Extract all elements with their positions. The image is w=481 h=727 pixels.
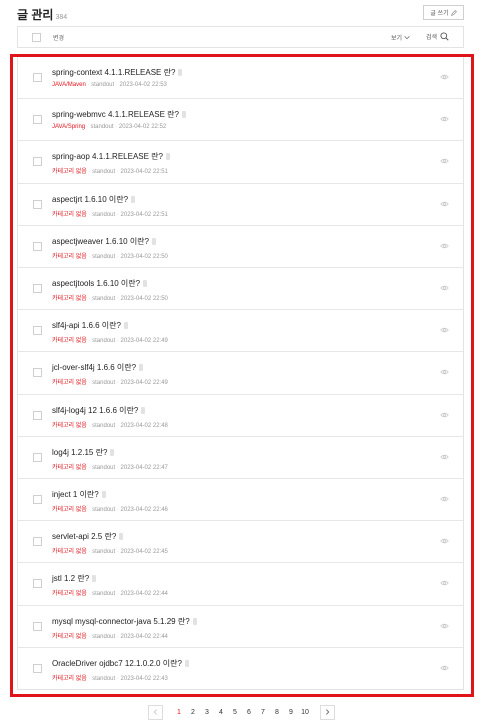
change-action-label[interactable]: 변경 — [53, 33, 64, 42]
page-number[interactable]: 6 — [242, 709, 256, 716]
prev-page-button[interactable] — [148, 704, 163, 720]
search-icon — [440, 32, 449, 41]
page-number[interactable]: 4 — [214, 709, 228, 716]
page-number[interactable]: 2 — [186, 709, 200, 716]
page-numbers: 1 2 3 4 5 6 7 8 9 10 — [172, 709, 312, 716]
page-number[interactable]: 10 — [298, 709, 312, 716]
view-label: 보기 — [391, 36, 403, 42]
chevron-left-icon — [153, 709, 157, 715]
search-button[interactable]: 검색 — [426, 32, 449, 41]
post-count: 384 — [55, 14, 68, 21]
page-number[interactable]: 5 — [228, 709, 242, 716]
pencil-icon — [450, 9, 457, 16]
page-number[interactable]: 8 — [270, 709, 284, 716]
write-post-label: 글 쓰기 — [430, 11, 449, 17]
pagination: 1 2 3 4 5 6 7 8 9 10 — [148, 704, 335, 720]
page-title: 글 관리 — [17, 8, 54, 22]
select-all-checkbox[interactable] — [32, 33, 41, 42]
page-number[interactable]: 1 — [172, 709, 186, 716]
highlight-frame — [10, 54, 474, 697]
list-toolbar: 변경 보기 검색 — [17, 26, 464, 48]
page-number[interactable]: 3 — [200, 709, 214, 716]
view-dropdown[interactable]: 보기 — [391, 33, 410, 42]
chevron-right-icon — [326, 709, 330, 715]
page-number[interactable]: 9 — [284, 709, 298, 716]
page-header: 글 관리 384 — [17, 6, 67, 22]
chevron-down-icon — [404, 36, 410, 40]
search-label: 검색 — [426, 35, 438, 41]
next-page-button[interactable] — [320, 704, 335, 720]
page-number[interactable]: 7 — [256, 709, 270, 716]
write-post-button[interactable]: 글 쓰기 — [423, 5, 464, 20]
